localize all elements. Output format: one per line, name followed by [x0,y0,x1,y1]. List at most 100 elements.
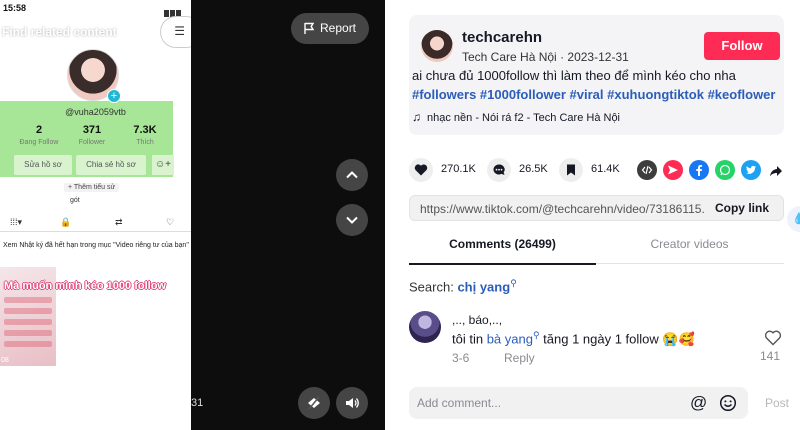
twitter-icon [746,165,756,174]
stat-likes: 7.3K Thích [120,124,170,146]
facebook-share-button[interactable] [689,160,709,180]
video-player[interactable]: 15:58 Find related content ☰ + @vuha2059… [0,0,385,430]
add-bio-chip: + Thêm tiểu sử [64,183,120,192]
profile-tabs: ⁞⁞⁞▾ 🔒 ⇄ ♡ [0,216,191,232]
comment-circle [487,158,511,182]
stat-value: 7.3K [133,124,157,136]
post-comment-button[interactable]: Post [765,396,789,410]
floating-helper[interactable]: 💧 [787,206,800,232]
whatsapp-share-button[interactable] [715,160,735,180]
search-query[interactable]: chị yang [457,279,510,294]
author-nickname: Tech Care Hà Nội [462,50,557,64]
comment-input[interactable] [409,387,669,419]
like-circle [409,158,433,182]
comment-text-after: tăng 1 ngày 1 follow 😭🥰 [539,331,695,347]
paper-plane-icon [668,165,678,175]
comment-text: tôi tin bà yang⚲ tăng 1 ngày 1 follow 😭🥰 [452,330,695,347]
music-link[interactable]: ♫ nhạc nền - Nói rá f2 - Tech Care Hà Nội [412,110,620,124]
author-meta: Tech Care Hà Nội · 2023-12-31 [462,50,629,64]
send-to-friends-button[interactable] [663,160,683,180]
flag-icon [304,22,315,34]
more-share-button[interactable] [765,160,785,180]
video-caption-overlay: Mà muốn mình kéo 1000 follow [4,280,166,292]
search-icon: ⚲ [532,330,540,340]
commenter-avatar[interactable] [409,311,441,343]
whatsapp-icon [719,164,731,176]
stat-label: Đang Follow [19,139,59,146]
lock-tab-icon: 🔒 [60,217,72,227]
phone-status-time: 15:58 [3,3,27,13]
speaker-icon [346,398,359,408]
follow-button[interactable]: Follow [704,32,780,60]
chevron-down-icon [346,216,358,224]
pip-icon [308,396,320,410]
report-button[interactable]: Report [291,13,369,44]
meta-separator: · [560,50,565,64]
facebook-icon [696,165,703,176]
liked-tab-icon: ♡ [166,217,175,227]
stat-label: Follower [78,139,106,146]
author-username[interactable]: techcarehn [462,29,542,46]
comment-text-before: tôi tin [452,331,487,347]
like-count: 270.1K [441,163,476,175]
embed-button[interactable] [637,160,657,180]
menu-icon: ☰ [174,24,185,38]
repost-tab-icon: ⇄ [115,217,123,227]
twitter-share-button[interactable] [741,160,761,180]
post-date: 2023-12-31 [567,50,629,64]
search-label: Search: [409,279,454,295]
comment-date: 3-6 [452,351,470,365]
previous-video-button[interactable] [336,159,368,191]
thumbnail-view-count: 08 [1,357,9,364]
next-video-button[interactable] [336,204,368,236]
profile-handle: @vuha2059vtb [65,107,126,117]
tab-active-indicator [409,263,596,265]
hashtag[interactable]: #viral [570,87,604,102]
commenter-name[interactable]: ,.., báo,.., [452,313,502,327]
bookmark-icon [567,164,575,176]
tab-creator-videos[interactable]: Creator videos [596,230,783,264]
post-text: ai chưa đủ 1000follow thì làm theo để mì… [412,68,736,83]
stat-followers: 371 Follower [67,124,117,146]
hashtag[interactable]: #followers [412,87,476,102]
stat-value: 2 [35,124,43,136]
comment-like-button[interactable] [764,329,784,349]
author-avatar[interactable] [421,30,453,62]
emoji-icon[interactable] [719,394,737,412]
hashtag[interactable]: #xuhuongtiktok [607,87,704,102]
stat-label: Thích [136,139,154,146]
bio-line: gót [70,197,80,204]
tab-comments[interactable]: Comments (26499) [409,230,596,265]
panel-tabs: Comments (26499) Creator videos [409,230,784,265]
comment-count: 26.5K [519,163,548,175]
comment-mention[interactable]: bà yang [487,331,533,346]
detail-panel: techcarehn Tech Care Hà Nội · 2023-12-31… [385,0,800,430]
floating-player-button[interactable] [298,387,330,419]
heart-icon [414,164,428,176]
music-title: nhạc nền - Nói rá f2 - Tech Care Hà Nội [427,112,620,124]
comment-item: ,.., báo,.., tôi tin bà yang⚲ tăng 1 ngà… [409,311,784,371]
volume-button[interactable] [336,387,368,419]
hashtag[interactable]: #1000follower [480,87,566,102]
water-drop-icon: 💧 [792,213,800,225]
video-link-bar: https://www.tiktok.com/@techcarehn/video… [409,195,784,221]
post-description: ai chưa đủ 1000follow thì làm theo để mì… [412,66,787,104]
find-related-label: Find related content [2,25,117,39]
comment-search-result: Search: chị yang⚲ [409,278,517,294]
phone-status-icons [163,4,187,17]
hashtag[interactable]: #keoflower [708,87,776,102]
report-label: Report [320,21,357,35]
add-icon: + [107,89,121,103]
comment-icon [493,164,505,175]
copy-link-button[interactable]: Copy link [707,196,777,220]
tab-comments-label: Comments (26499) [449,237,556,251]
action-bar: 270.1K 26.5K 61.4K [409,158,784,182]
reply-button[interactable]: Reply [504,351,535,365]
save-circle [559,158,583,182]
video-frame: 15:58 Find related content ☰ + @vuha2059… [0,0,191,430]
chevron-up-icon [346,171,358,179]
music-note-icon: ♫ [412,110,421,124]
mention-icon[interactable]: @ [690,394,707,412]
grid-tab-icon: ⁞⁞⁞▾ [10,217,23,227]
add-friend-icon: ☺+ [152,155,174,175]
